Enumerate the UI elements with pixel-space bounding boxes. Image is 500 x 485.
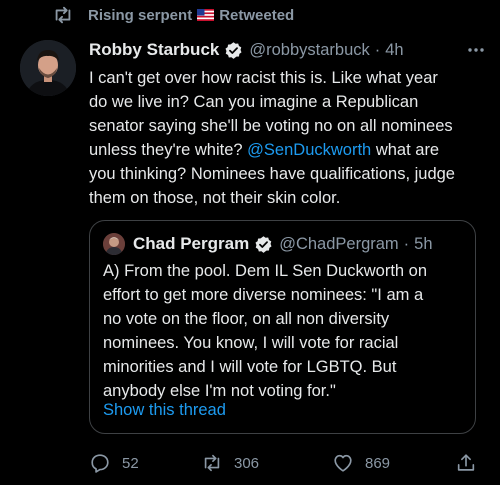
- quoted-author-photo: [103, 233, 125, 255]
- separator-dot: ·: [403, 234, 410, 253]
- quoted-line: minorities and I will vote for LGBTQ. Bu…: [103, 358, 397, 376]
- quoted-avatar: [103, 233, 125, 255]
- like-button[interactable]: 869: [332, 448, 390, 478]
- quoted-timestamp: 5h: [414, 234, 433, 253]
- quoted-line: effort to get more diverse nominees: "I …: [103, 286, 424, 304]
- tweet-line-part: unless they're white?: [89, 141, 243, 159]
- share-icon: [457, 454, 475, 471]
- tweet-line-part: what are: [375, 141, 440, 159]
- reply-count: 52: [122, 454, 139, 472]
- quoted-line: no vote on the floor, on all non diversi…: [103, 310, 390, 328]
- retweet-count: 306: [234, 454, 260, 472]
- retweet-icon: [55, 6, 71, 24]
- tweet-line: do we live in? Can you imagine a Republi…: [89, 93, 419, 111]
- tweet-header: Robby Starbuck @robbystarbuck · 4h: [89, 38, 486, 62]
- quoted-tweet-text: A) From the pool. Dem IL Sen Duckworth o…: [103, 259, 465, 403]
- quoted-author-handle: @ChadPergram: [279, 234, 399, 253]
- verified-badge-icon: [225, 41, 242, 59]
- tweet-text: I can't get over how racist this is. Lik…: [89, 66, 489, 210]
- tweet-line: unless they're white? @SenDuckworth what…: [89, 138, 489, 162]
- show-thread-link[interactable]: Show this thread: [103, 401, 226, 420]
- avatar[interactable]: [20, 40, 76, 96]
- tweet-timestamp[interactable]: 4h: [385, 41, 403, 60]
- mention-link[interactable]: @SenDuckworth: [247, 141, 371, 159]
- us-flag-icon: [197, 9, 215, 21]
- quoted-tweet-header: Chad Pergram @ChadPergram · 5h: [103, 232, 433, 256]
- separator-dot: ·: [374, 40, 381, 59]
- quoted-author-name: Chad Pergram: [133, 234, 250, 253]
- share-button[interactable]: [455, 448, 488, 478]
- reply-button[interactable]: 52: [89, 448, 139, 478]
- more-options-icon[interactable]: [466, 41, 486, 59]
- author-name[interactable]: Robby Starbuck: [89, 40, 219, 60]
- retweet-button[interactable]: 306: [201, 448, 259, 478]
- tweet-line: you thinking? Nominees have qualificatio…: [89, 165, 455, 183]
- quoted-line: A) From the pool. Dem IL Sen Duckworth o…: [103, 262, 428, 280]
- retweet-icon: [204, 454, 220, 472]
- retweet-context[interactable]: Rising serpent Retweeted: [52, 4, 294, 26]
- like-count: 869: [365, 454, 391, 472]
- quoted-line: anybody else I'm not voting for.": [103, 382, 336, 400]
- author-photo: [20, 40, 76, 96]
- quoted-tweet-card[interactable]: Chad Pergram @ChadPergram · 5h A) From t…: [89, 220, 476, 434]
- verified-badge-icon: [255, 235, 272, 253]
- retweeted-label: Retweeted: [219, 6, 295, 24]
- heart-icon: [334, 454, 352, 472]
- tweet-line: them on those, not their skin color.: [89, 189, 341, 207]
- reply-icon: [91, 454, 109, 473]
- tweet-actions: 52 306 869: [89, 448, 481, 478]
- retweeter-name: Rising serpent: [88, 6, 193, 24]
- tweet-line: I can't get over how racist this is. Lik…: [89, 69, 438, 87]
- tweet-line: senator saying she'll be voting no on al…: [89, 117, 453, 135]
- quoted-line: nominees. You know, I will vote for raci…: [103, 334, 399, 352]
- author-handle[interactable]: @robbystarbuck: [249, 41, 369, 60]
